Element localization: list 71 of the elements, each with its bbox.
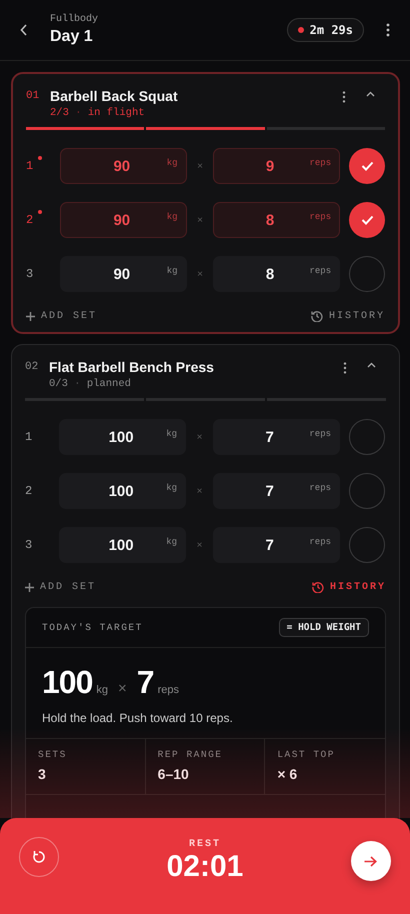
check-icon <box>360 161 374 171</box>
times-sign: × <box>196 432 204 442</box>
next-button[interactable] <box>350 841 391 881</box>
add-set-button[interactable]: ADD SET <box>26 310 98 322</box>
stat-value: 6–10 <box>158 766 190 782</box>
hold-weight-badge: = HOLD WEIGHT <box>278 618 369 637</box>
reps-unit: reps <box>158 684 179 696</box>
target-note: Hold the load. Push toward 10 reps. <box>42 711 234 725</box>
weight-field[interactable]: 90 kg <box>60 256 187 292</box>
chevron-up-icon <box>367 362 376 368</box>
history-icon <box>310 310 323 322</box>
weight-field[interactable]: 90 kg <box>60 148 187 184</box>
exercise-status: 0/3 · planned <box>49 378 132 390</box>
workout-subtitle: Fullbody <box>50 14 100 25</box>
target-weight: 100 <box>42 664 92 701</box>
reset-icon <box>32 850 46 864</box>
set-number: 2 <box>25 484 32 498</box>
more-icon <box>342 91 346 103</box>
weight-field[interactable]: 100 kg <box>59 419 186 455</box>
back-icon <box>20 24 28 36</box>
history-button[interactable]: HISTORY <box>310 310 385 322</box>
times-sign: × <box>196 486 204 496</box>
times-sign: × <box>118 680 127 697</box>
reps-field[interactable]: 8 reps <box>213 256 340 292</box>
more-icon <box>343 362 347 374</box>
stat-label: LAST TOP <box>277 749 336 760</box>
stat-value: × 6 <box>277 766 298 782</box>
complete-set-button[interactable] <box>349 202 386 238</box>
exercise-status: 2/3 · in flight <box>50 107 146 119</box>
plus-icon <box>25 582 34 592</box>
reps-field[interactable]: 7 reps <box>213 527 340 563</box>
weight-field[interactable]: 100 kg <box>59 527 186 563</box>
rest-time: 02:01 <box>166 850 244 884</box>
complete-set-button[interactable] <box>349 148 386 184</box>
exercise-name: Flat Barbell Bench Press <box>49 359 215 375</box>
times-sign: × <box>196 160 204 172</box>
times-sign: × <box>196 540 204 550</box>
stat-value: 3 <box>38 766 47 782</box>
exercise-index: 01 <box>26 89 40 102</box>
times-sign: × <box>196 214 204 226</box>
weight-unit: kg <box>96 684 108 696</box>
reset-button[interactable] <box>19 837 59 877</box>
reps-field[interactable]: 7 reps <box>213 419 340 455</box>
set-number: 1 <box>26 159 34 173</box>
set-number: 3 <box>26 267 34 281</box>
times-sign: × <box>196 268 204 280</box>
reps-field[interactable]: 7 reps <box>213 473 340 509</box>
stat-label: SETS <box>38 749 68 760</box>
weight-field[interactable]: 100 kg <box>59 473 186 509</box>
reps-field[interactable]: 9 reps <box>213 148 340 184</box>
arrow-right-icon <box>364 856 378 866</box>
chevron-up-icon <box>366 91 375 97</box>
add-set-button[interactable]: ADD SET <box>25 582 96 592</box>
weight-field[interactable]: 90 kg <box>60 202 187 238</box>
timer-text: 2m 29s <box>310 23 353 37</box>
rest-label: REST <box>188 838 221 850</box>
set-number: 1 <box>25 430 32 444</box>
exercise-name: Barbell Back Squat <box>50 88 179 104</box>
workout-title: Day 1 <box>50 28 94 46</box>
more-icon <box>386 23 390 37</box>
exercise-index: 02 <box>25 360 40 373</box>
stat-label: REP RANGE <box>158 749 224 760</box>
history-button[interactable]: HISTORY <box>312 581 386 593</box>
target-label: TODAY'S TARGET <box>42 622 143 633</box>
set-number: 3 <box>25 538 32 552</box>
target-reps: 7 <box>136 664 154 701</box>
plus-icon <box>26 312 35 320</box>
history-icon <box>312 581 324 593</box>
reps-field[interactable]: 8 reps <box>213 202 340 238</box>
set-number: 2 <box>26 213 34 227</box>
check-icon <box>360 215 374 225</box>
